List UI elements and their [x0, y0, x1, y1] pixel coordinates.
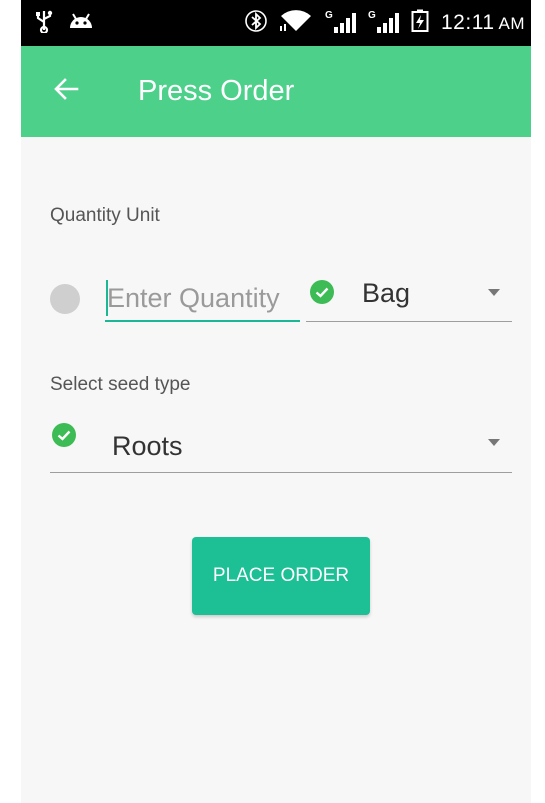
dropdown-arrow-icon	[488, 289, 500, 296]
quantity-unit-label: Quantity Unit	[50, 205, 160, 226]
check-circle-icon	[52, 423, 76, 447]
seed-type-spinner[interactable]: Roots	[50, 417, 512, 473]
signal-icon: G	[325, 10, 356, 33]
quantity-radio-button[interactable]	[50, 284, 80, 314]
unit-spinner[interactable]: Bag	[306, 268, 512, 322]
signal-icon: G	[368, 10, 399, 33]
quantity-input[interactable]	[105, 276, 300, 322]
arrow-back-icon[interactable]	[51, 74, 81, 104]
seed-selected-value: Roots	[112, 431, 183, 461]
bluetooth-icon	[245, 8, 267, 39]
wifi-icon	[279, 9, 313, 38]
dropdown-arrow-icon	[488, 439, 500, 446]
battery-icon	[411, 9, 429, 38]
status-bar: G G 12:11 AM	[21, 0, 531, 46]
text-cursor	[106, 280, 108, 316]
app-bar: Press Order	[21, 46, 531, 137]
place-order-button[interactable]: PLACE ORDER	[192, 537, 370, 615]
check-circle-icon	[310, 280, 334, 304]
phone-screen: G G 12:11 AM Press Order Quantity Unit E…	[21, 0, 531, 803]
unit-selected-value: Bag	[362, 278, 411, 308]
status-time: 12:11 AM	[441, 11, 525, 34]
page-title: Press Order	[138, 75, 295, 107]
android-icon	[67, 10, 95, 37]
usb-icon	[35, 9, 53, 38]
seed-type-label: Select seed type	[50, 374, 191, 395]
